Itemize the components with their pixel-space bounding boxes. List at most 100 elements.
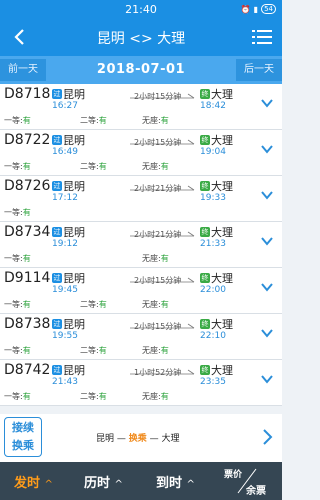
train-row[interactable]: D8738 过昆明 19:55 2小时15分钟终大理 22:10 一等:有 二等:有 无座:有 <box>0 314 282 360</box>
chevron-down-icon[interactable] <box>260 96 274 110</box>
terminal-badge: 终 <box>200 135 210 145</box>
seat-availability: 一等:有 <box>4 391 31 402</box>
next-day-button[interactable]: 后一天 <box>236 59 282 81</box>
pass-badge: 过 <box>52 319 62 329</box>
chevron-down-icon[interactable] <box>260 142 274 156</box>
seat-status: 有 <box>22 116 31 125</box>
sort-duration-label: 历时 <box>84 476 111 491</box>
seat-class: 一等: <box>4 300 23 309</box>
departure-time: 16:27 <box>52 101 78 111</box>
seat-class: 一等: <box>4 116 23 125</box>
arrival-station: 大理 <box>211 134 233 147</box>
seat-class: 无座: <box>142 300 161 309</box>
seat-status: 有 <box>160 346 169 355</box>
back-arrow-icon[interactable] <box>8 25 32 49</box>
seat-status: 有 <box>98 392 107 401</box>
caret-up-icon: ^ <box>186 479 195 490</box>
chevron-down-icon[interactable] <box>260 280 274 294</box>
departure-time: 19:45 <box>52 285 78 295</box>
chevron-down-icon[interactable] <box>260 234 274 248</box>
travel-duration: 1小时52分钟 <box>134 368 182 377</box>
chevron-down-icon[interactable] <box>260 326 274 340</box>
sort-arrive-label: 到时 <box>156 476 183 491</box>
date-label[interactable]: 2018-07-01 <box>50 62 232 77</box>
seat-class: 一等: <box>4 254 23 263</box>
pass-badge: 过 <box>52 135 62 145</box>
seat-class: 无座: <box>142 116 161 125</box>
terminal-badge: 终 <box>200 319 210 329</box>
sort-remaining-button[interactable]: 余票 <box>246 482 266 497</box>
seat-availability: 二等:有 <box>80 345 107 356</box>
train-row[interactable]: D8734 过昆明 19:12 2小时21分钟终大理 21:33 一等:有 无座:有 <box>0 222 282 268</box>
chevron-down-icon[interactable] <box>260 372 274 386</box>
seat-availability: 二等:有 <box>80 115 107 126</box>
train-number: D8734 <box>4 224 51 240</box>
train-row[interactable]: D8722 过昆明 16:49 2小时15分钟终大理 19:04 一等:有 二等:有 无座:有 <box>0 130 282 176</box>
date-bar: 前一天 2018-07-01 后一天 <box>0 56 282 84</box>
seat-class: 二等: <box>80 392 99 401</box>
transfer-to: 大理 <box>161 434 180 444</box>
train-number: D8738 <box>4 316 51 332</box>
departure-time: 21:43 <box>52 377 78 387</box>
transfer-button[interactable]: 接续 换乘 <box>4 417 42 457</box>
sort-depart-button[interactable]: 发时 ^ <box>14 472 53 491</box>
seat-availability: 无座:有 <box>142 391 169 402</box>
departure-station: 昆明 <box>63 272 85 285</box>
list-menu-icon[interactable] <box>252 27 272 47</box>
status-time: 21:40 <box>125 3 157 16</box>
pass-badge: 过 <box>52 181 62 191</box>
terminal-badge: 终 <box>200 227 210 237</box>
seat-class: 二等: <box>80 346 99 355</box>
departure-station: 昆明 <box>63 134 85 147</box>
seat-class: 无座: <box>142 392 161 401</box>
transfer-from: 昆明 <box>96 434 115 444</box>
train-row[interactable]: D8718 过昆明 16:27 2小时15分钟终大理 18:42 一等:有 二等:有 无座:有 <box>0 84 282 130</box>
seat-availability: 无座:有 <box>142 161 169 172</box>
prev-day-button[interactable]: 前一天 <box>0 59 46 81</box>
chevron-right-icon[interactable] <box>260 428 274 446</box>
arrival-station: 大理 <box>211 364 233 377</box>
chevron-down-icon[interactable] <box>260 188 274 202</box>
travel-duration: 2小时15分钟 <box>134 322 182 331</box>
arrival-station: 大理 <box>211 272 233 285</box>
departure-time: 19:12 <box>52 239 78 249</box>
seat-status: 有 <box>160 300 169 309</box>
seat-availability: 一等:有 <box>4 253 31 264</box>
terminal-badge: 终 <box>200 89 210 99</box>
train-number: D8742 <box>4 362 51 378</box>
seat-status: 有 <box>160 254 169 263</box>
seat-status: 有 <box>98 116 107 125</box>
seat-class: 二等: <box>80 300 99 309</box>
battery-icon: 54 <box>261 4 276 14</box>
departure-time: 16:49 <box>52 147 78 157</box>
seat-class: 无座: <box>142 162 161 171</box>
arrival-station: 大理 <box>211 180 233 193</box>
seat-status: 有 <box>22 208 31 217</box>
transfer-row[interactable]: 接续 换乘 昆明 — 换乘 — 大理 <box>0 414 282 462</box>
seat-class: 二等: <box>80 116 99 125</box>
departure-time: 17:12 <box>52 193 78 203</box>
travel-duration: 2小时21分钟 <box>134 184 182 193</box>
transfer-sep-1: — <box>114 434 129 444</box>
sort-arrive-button[interactable]: 到时 ^ <box>156 472 195 491</box>
train-list: D8718 过昆明 16:27 2小时15分钟终大理 18:42 一等:有 二等:有 无座:有… <box>0 84 282 406</box>
arrival-time: 22:10 <box>200 331 226 341</box>
sort-depart-label: 发时 <box>14 476 41 491</box>
train-row[interactable]: D9114 过昆明 19:45 2小时15分钟终大理 22:00 一等:有 二等:有 无座:有 <box>0 268 282 314</box>
seat-class: 一等: <box>4 208 23 217</box>
arrival-station: 大理 <box>211 226 233 239</box>
seat-availability: 无座:有 <box>142 115 169 126</box>
pass-badge: 过 <box>52 227 62 237</box>
seat-status: 有 <box>160 116 169 125</box>
seat-status: 有 <box>22 346 31 355</box>
pass-badge: 过 <box>52 273 62 283</box>
train-row[interactable]: D8742 过昆明 21:43 1小时52分钟终大理 23:35 一等:有 二等:有 无座:有 <box>0 360 282 406</box>
status-icons: ⏰ ▮ 54 <box>241 4 276 14</box>
sort-bar: 发时 ^ 历时 ^ 到时 ^ 票价 余票 <box>0 462 282 500</box>
terminal-badge: 终 <box>200 181 210 191</box>
arrival-time: 21:33 <box>200 239 226 249</box>
sort-duration-button[interactable]: 历时 ^ <box>84 472 123 491</box>
seat-availability: 二等:有 <box>80 299 107 310</box>
train-row[interactable]: D8726 过昆明 17:12 2小时21分钟 终大理 19:33 一等:有 <box>0 176 282 222</box>
seat-class: 无座: <box>142 254 161 263</box>
